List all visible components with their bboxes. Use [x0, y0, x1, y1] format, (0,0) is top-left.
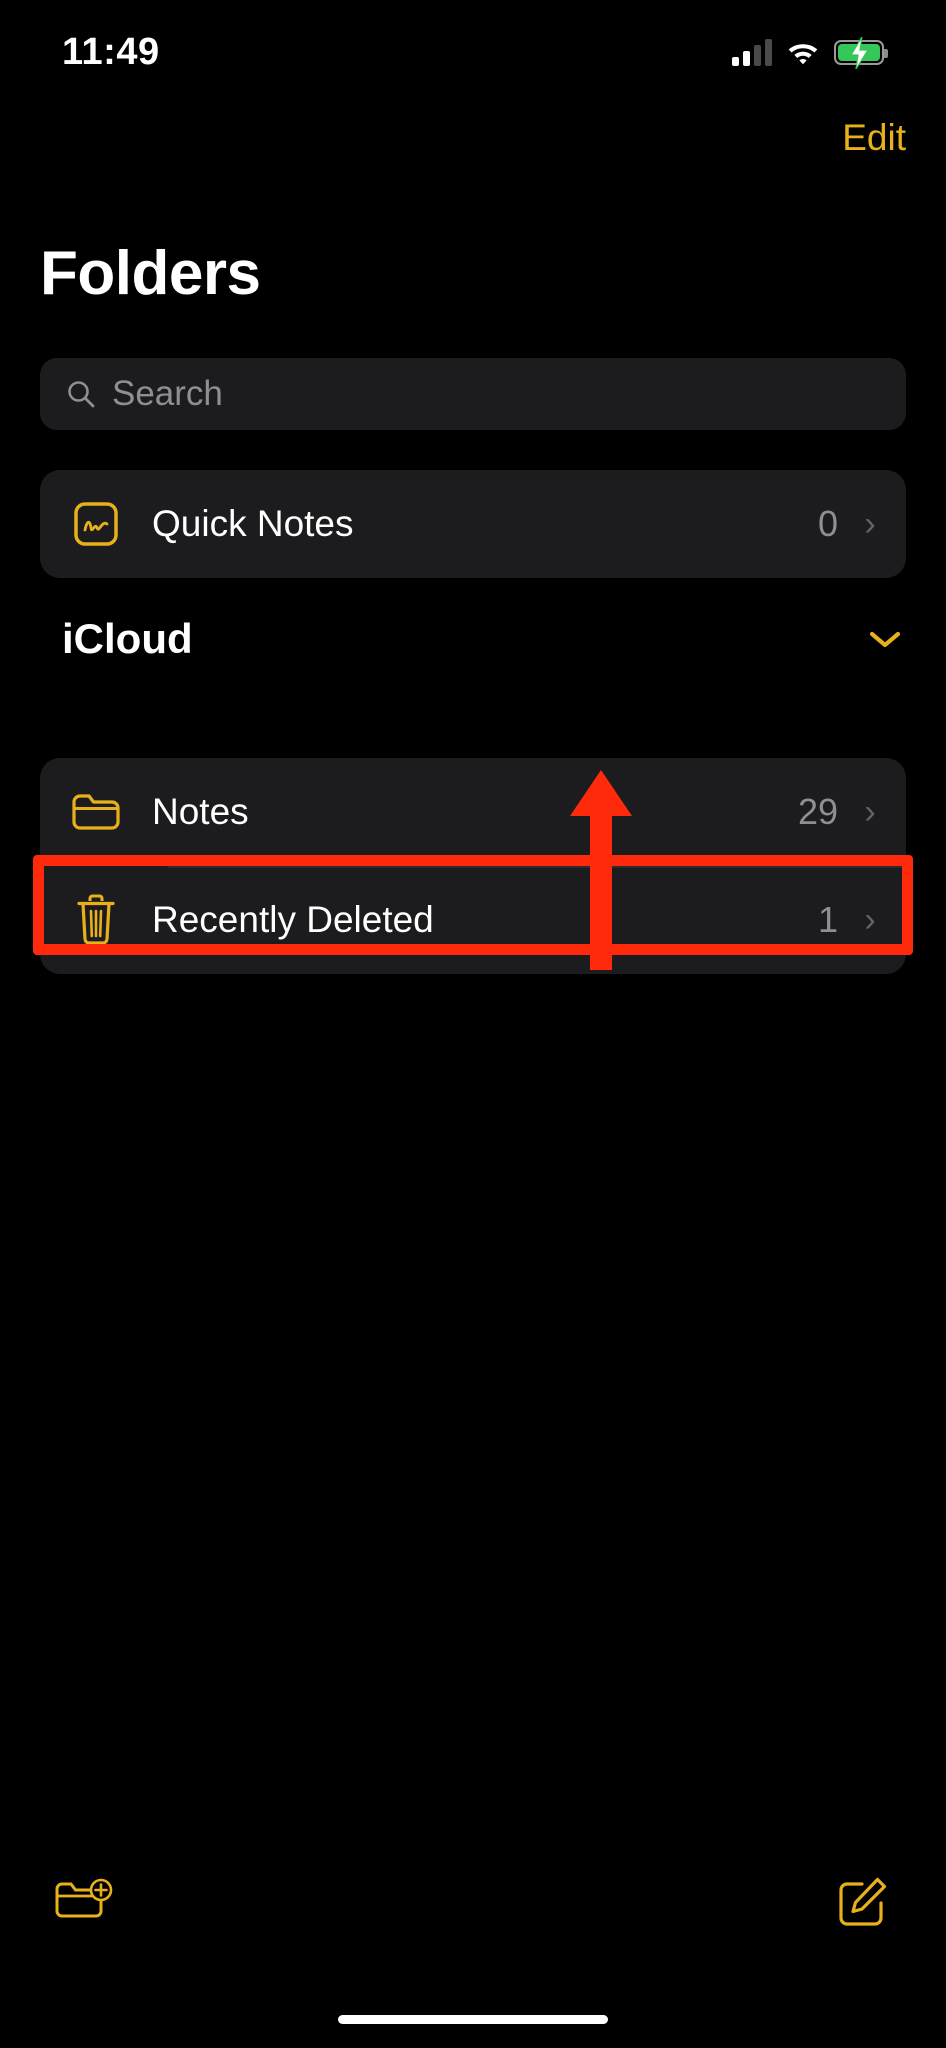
home-indicator — [338, 2015, 608, 2024]
table-row-label: Notes — [152, 791, 249, 832]
status-indicators — [732, 36, 888, 69]
table-row-notes[interactable]: Notes 29 › — [40, 758, 906, 866]
new-folder-button[interactable] — [52, 1875, 116, 1931]
new-folder-icon — [54, 1877, 114, 1930]
battery-charging-icon — [834, 36, 888, 69]
section-title: iCloud — [62, 615, 193, 662]
trash-icon — [66, 894, 126, 946]
table-row-count: 29 — [797, 791, 838, 832]
table-row-label: Recently Deleted — [152, 899, 434, 940]
status-bar: 11:49 — [0, 0, 946, 95]
quick-notes-card: Quick Notes 0 › — [40, 470, 906, 578]
table-row-count: 1 — [817, 899, 838, 940]
status-time: 11:49 — [62, 31, 160, 73]
cellular-signal-icon — [732, 38, 772, 66]
table-row-recently-deleted[interactable]: Recently Deleted 1 › — [40, 866, 906, 974]
compose-note-button[interactable] — [830, 1875, 894, 1931]
list-item-label: Quick Notes — [152, 503, 354, 544]
edit-button[interactable]: Edit — [842, 117, 906, 159]
chevron-right-icon: › — [864, 900, 876, 939]
quick-note-scribble-icon — [66, 500, 126, 548]
bottom-toolbar — [0, 1858, 946, 1948]
folder-icon — [66, 790, 126, 834]
wifi-icon — [786, 40, 820, 66]
list-item-quick-notes[interactable]: Quick Notes 0 › — [40, 470, 906, 578]
chevron-right-icon: › — [864, 792, 876, 831]
search-icon — [66, 379, 96, 409]
search-input[interactable]: Search — [40, 358, 906, 430]
compose-icon — [836, 1876, 888, 1931]
chevron-down-icon[interactable] — [866, 627, 904, 651]
notes-folders-screen: 11:49 Edit Folders Search Quick Notes 0 … — [0, 0, 946, 2048]
icloud-folders-card: Notes 29 › Recently Deleted 1 › — [40, 758, 906, 974]
page-title: Folders — [40, 239, 261, 308]
nav-bar: Edit — [0, 95, 946, 180]
section-header-icloud[interactable]: iCloud — [62, 615, 904, 663]
search-placeholder: Search — [112, 374, 223, 413]
chevron-right-icon: › — [864, 504, 876, 543]
list-item-count: 0 — [817, 503, 838, 544]
